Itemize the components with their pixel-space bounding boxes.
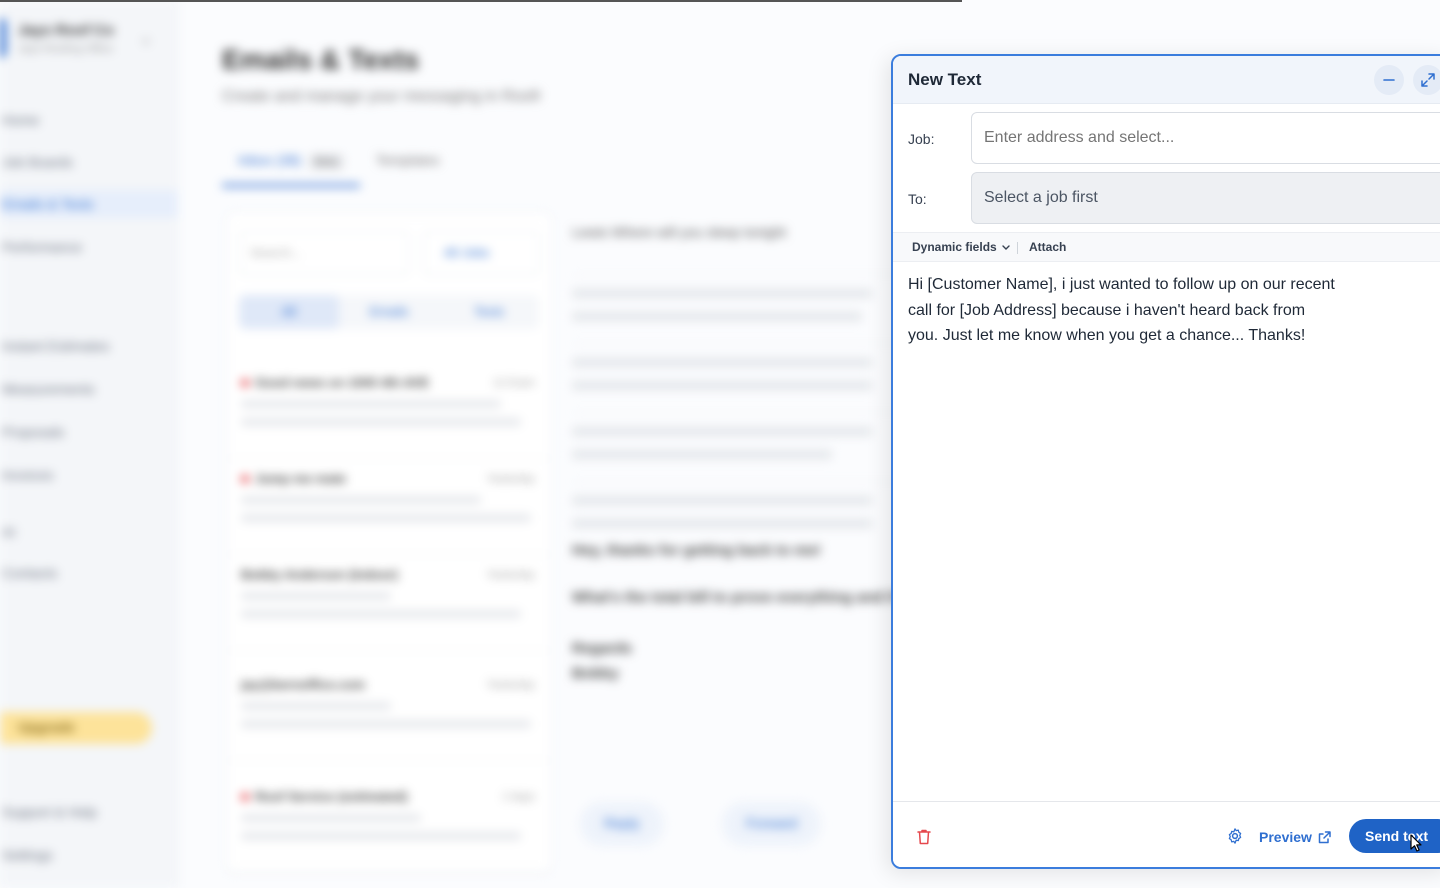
nav-item-ai[interactable]: AI: [0, 518, 178, 546]
segment-all[interactable]: All: [239, 295, 339, 329]
brand-logo: [0, 18, 6, 58]
top-progress-line: [0, 0, 962, 2]
gear-icon[interactable]: [1226, 827, 1244, 845]
external-link-icon: [1318, 830, 1331, 843]
message-body[interactable]: Hi [Customer Name], i just wanted to fol…: [908, 272, 1338, 349]
list-item[interactable]: Roof Service (estimated) 2 days: [227, 777, 551, 873]
nav-item-contacts[interactable]: Contacts: [0, 559, 178, 587]
search-input[interactable]: Search...: [239, 231, 409, 275]
modal-header: New Text: [893, 56, 1440, 104]
new-text-modal: New Text Job: To: Select a job first Dyn…: [891, 54, 1440, 869]
toolbar-divider: [1017, 242, 1018, 254]
tab-templates[interactable]: Templates: [360, 146, 456, 187]
list-item[interactable]: Bobby Anderson (Indoor) Yesterday: [227, 555, 551, 651]
list-item[interactable]: jay@bernoffice.com Yesterday: [227, 665, 551, 761]
unread-dot: [241, 379, 249, 387]
thread-line: Bobby: [572, 665, 619, 682]
sidebar: Jays Roof Co Jays Roofing Office « Home …: [0, 0, 178, 888]
tab-inbox[interactable]: Inbox (38) Beta: [222, 146, 360, 187]
brand: Jays Roof Co Jays Roofing Office: [0, 18, 114, 58]
message-thread: Lewis Where will you sleep tonight Hey, …: [572, 212, 902, 872]
list-item[interactable]: Jump me mate Yesterday: [227, 459, 551, 555]
chevron-down-icon: [1002, 245, 1010, 250]
tabs: Inbox (38) Beta Templates: [222, 146, 456, 187]
nav-item-support[interactable]: Support & Help: [0, 798, 178, 826]
jobs-filter-button[interactable]: All Jobs: [423, 231, 539, 275]
nav-item-job-boards[interactable]: Job Boards: [0, 148, 178, 176]
brand-sub: Jays Roofing Office: [18, 42, 114, 55]
message-type-segment: All Emails Texts: [239, 295, 539, 329]
brand-name: Jays Roof Co: [18, 21, 114, 39]
page-title: Emails & Texts: [222, 44, 420, 75]
thread-line: Hey, thanks for getting back to me!: [572, 542, 821, 559]
nav-item-emails-texts[interactable]: Emails & Texts: [0, 190, 178, 218]
list-item[interactable]: Good news on 1000 4th AVE 11:51am: [227, 363, 551, 459]
nav-item-proposals[interactable]: Proposals: [0, 418, 178, 446]
collapse-sidebar-icon[interactable]: «: [142, 32, 150, 48]
nav-item-performance[interactable]: Performance: [0, 233, 178, 261]
beta-badge: Beta: [309, 154, 344, 170]
upgrade-button[interactable]: Upgrade: [0, 712, 152, 744]
thread-heading: Lewis Where will you sleep tonight: [572, 224, 786, 240]
dynamic-fields-dropdown[interactable]: Dynamic fields: [912, 240, 1010, 254]
job-label: Job:: [908, 131, 935, 147]
thread-line: What's the total bill to prove everythin…: [572, 589, 897, 606]
segment-texts[interactable]: Texts: [439, 295, 539, 329]
segment-emails[interactable]: Emails: [339, 295, 439, 329]
modal-title: New Text: [908, 70, 982, 89]
minimize-button[interactable]: [1374, 65, 1404, 95]
unread-dot: [241, 793, 249, 801]
expand-button[interactable]: [1413, 65, 1440, 95]
forward-button[interactable]: Forward: [722, 802, 822, 846]
expand-icon: [1421, 73, 1435, 87]
send-text-button[interactable]: Send text: [1349, 819, 1440, 853]
mouse-cursor-icon: [1410, 834, 1422, 852]
reply-button[interactable]: Reply: [580, 802, 664, 846]
thread-line: Regards: [572, 640, 633, 657]
recipient-field[interactable]: Select a job first: [971, 172, 1440, 224]
job-address-input[interactable]: [971, 112, 1440, 164]
trash-icon[interactable]: [917, 829, 931, 845]
message-list-panel: Search... All Jobs All Emails Texts Good…: [226, 212, 552, 873]
nav-item-invoices[interactable]: Invoices: [0, 461, 178, 489]
page-subtitle: Create and manage your messaging in Roof…: [222, 88, 542, 105]
nav-item-home[interactable]: Home: [0, 106, 178, 134]
nav-item-measurements[interactable]: Measurements: [0, 375, 178, 403]
modal-footer: Preview Send text: [893, 801, 1440, 867]
minus-icon: [1383, 78, 1395, 81]
preview-link[interactable]: Preview: [1259, 829, 1331, 845]
unread-dot: [241, 475, 249, 483]
attach-button[interactable]: Attach: [1029, 240, 1066, 254]
editor-toolbar: Dynamic fields Attach: [893, 232, 1440, 262]
to-label: To:: [908, 191, 927, 207]
nav-item-instant-estimates[interactable]: Instant Estimates: [0, 332, 178, 360]
nav-item-settings[interactable]: Settings: [0, 841, 178, 869]
